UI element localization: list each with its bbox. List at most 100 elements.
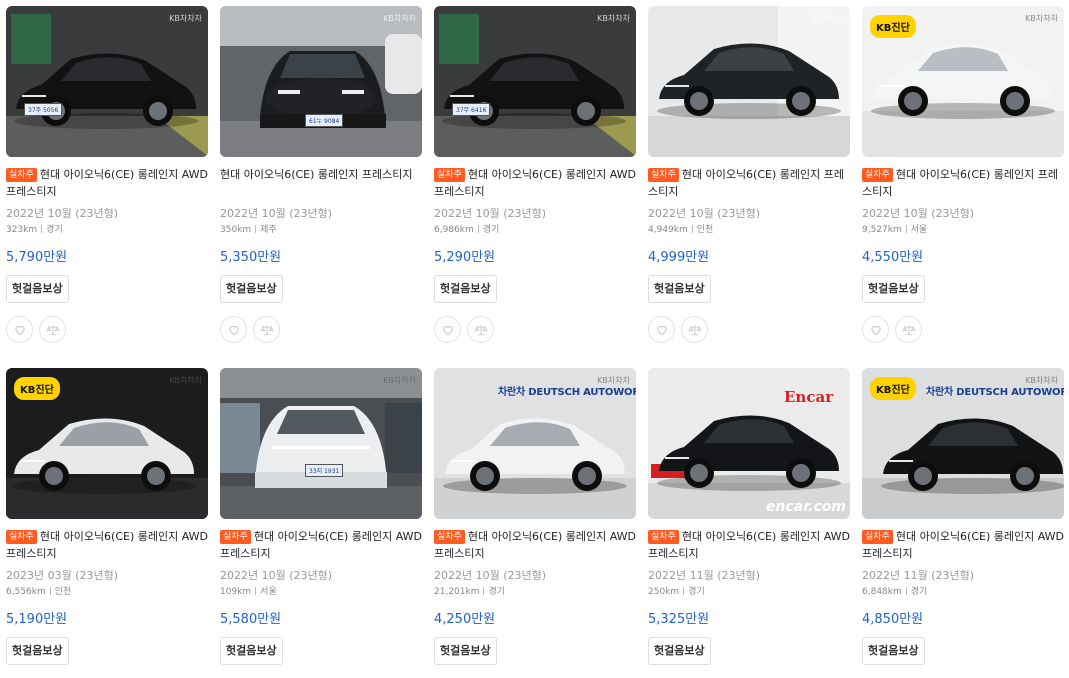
meta-divider — [477, 225, 479, 233]
inspection-compensation-button[interactable]: 헛걸음보상 — [434, 275, 497, 303]
listing-title[interactable]: 실차주 현대 아이오닉6(CE) 롱레인지 AWD 프레스티지 — [862, 528, 1064, 562]
kb-inspection-badge: KB진단 — [870, 377, 916, 400]
inspection-compensation-button[interactable]: 헛걸음보상 — [6, 637, 69, 665]
listing-card[interactable]: KB차차차 61누 9084 현대 아이오닉6(CE) 롱레인지 프레스티지 2… — [220, 6, 422, 343]
favorite-button[interactable] — [6, 316, 33, 343]
favorite-button[interactable] — [648, 316, 675, 343]
listing-meta: 250km 경기 — [648, 586, 850, 598]
listing-year: 2022년 10월 (23년형) — [6, 207, 119, 220]
photo-watermark: KB차차차 — [1025, 14, 1058, 23]
car-photo[interactable]: KB진단 KB차차차 — [862, 6, 1064, 157]
car-image — [6, 6, 208, 157]
listing-title[interactable]: 실차주 현대 아이오닉6(CE) 롱레인지 AWD 프레스티지 — [648, 528, 850, 562]
favorite-button[interactable] — [220, 316, 247, 343]
listing-card[interactable]: KB진단 KB차차차 실차주 현대 아이오닉6(CE) 롱레인지 AWD 프레스티… — [6, 368, 208, 665]
listing-card[interactable]: KB차차차 실차주 현대 아이오닉6(CE) 롱레인지 프레스티지 2022년 1… — [648, 6, 850, 343]
favorite-button[interactable] — [434, 316, 461, 343]
meta-divider — [905, 587, 907, 595]
listing-year: 2022년 10월 (23년형) — [648, 207, 761, 220]
listing-mileage: 6,556km — [6, 587, 46, 597]
owner-tag: 실차주 — [648, 530, 679, 544]
meta-divider — [691, 225, 693, 233]
kb-inspection-badge: KB진단 — [14, 377, 60, 400]
photo-watermark: KB차차차 — [1025, 376, 1058, 385]
listing-title[interactable]: 실차주 현대 아이오닉6(CE) 롱레인지 AWD 프레스티지 — [434, 166, 636, 200]
car-photo[interactable]: 차란차 DEUTSCH AUTOWORLD KB차차차 — [434, 368, 636, 519]
listing-region: 경기 — [482, 225, 500, 235]
listing-card[interactable]: Encar encar.com 실차주 현대 아이오닉6(CE) 롱레인지 AWD … — [648, 368, 850, 665]
listing-meta: 6,556km 인천 — [6, 586, 208, 598]
compare-button[interactable] — [895, 316, 922, 343]
listing-mileage: 323km — [6, 225, 38, 235]
inspection-compensation-button[interactable]: 헛걸음보상 — [862, 637, 925, 665]
listing-title[interactable]: 현대 아이오닉6(CE) 롱레인지 프레스티지 — [220, 166, 422, 200]
car-photo[interactable]: KB진단 KB차차차 — [6, 368, 208, 519]
license-plate: 61누 9084 — [305, 114, 344, 127]
car-image — [648, 6, 850, 157]
heart-icon — [442, 325, 453, 335]
listing-region: 서울 — [910, 225, 928, 235]
heart-icon — [228, 325, 239, 335]
inspection-compensation-button[interactable]: 헛걸음보상 — [862, 275, 925, 303]
inspection-compensation-button[interactable]: 헛걸음보상 — [434, 637, 497, 665]
license-plate: 33지 1931 — [305, 464, 344, 477]
owner-tag: 실차주 — [6, 168, 37, 182]
favorite-button[interactable] — [862, 316, 889, 343]
listing-card[interactable]: KB차차차 33지 1931 실차주 현대 아이오닉6(CE) 롱레인지 AWD … — [220, 368, 422, 665]
inspection-compensation-button[interactable]: 헛걸음보상 — [220, 275, 283, 303]
listing-mileage: 250km — [648, 587, 680, 597]
car-photo[interactable]: Encar encar.com — [648, 368, 850, 519]
listing-mileage: 6,986km — [434, 225, 474, 235]
listing-mileage: 109km — [220, 587, 252, 597]
listing-mileage: 350km — [220, 225, 252, 235]
listing-year: 2022년 10월 (23년형) — [434, 569, 547, 582]
inspection-compensation-button[interactable]: 헛걸음보상 — [648, 275, 711, 303]
car-photo[interactable]: KB차차차 — [648, 6, 850, 157]
car-photo[interactable]: KB차차차 37무 6416 — [434, 6, 636, 157]
listing-title[interactable]: 실차주 현대 아이오닉6(CE) 롱레인지 AWD 프레스티지 — [434, 528, 636, 562]
encar-watermark: encar.com — [766, 499, 846, 515]
listing-region: 경기 — [488, 587, 506, 597]
listing-card[interactable]: KB차차차 37주 5056 실차주 현대 아이오닉6(CE) 롱레인지 AWD … — [6, 6, 208, 343]
owner-tag: 실차주 — [434, 530, 465, 544]
inspection-compensation-button[interactable]: 헛걸음보상 — [6, 275, 69, 303]
listing-meta: 4,949km 인천 — [648, 224, 850, 236]
compare-button[interactable] — [39, 316, 66, 343]
compare-button[interactable] — [253, 316, 280, 343]
listing-title[interactable]: 실차주 현대 아이오닉6(CE) 롱레인지 AWD 프레스티지 — [6, 528, 208, 562]
listing-year: 2023년 03월 (23년형) — [6, 569, 119, 582]
car-photo[interactable]: KB차차차 33지 1931 — [220, 368, 422, 519]
listing-region: 경기 — [46, 225, 63, 235]
listing-meta: 323km 경기 — [6, 224, 208, 236]
listing-card[interactable]: KB진단 KB차차차 실차주 현대 아이오닉6(CE) 롱레인지 프레스티지 20… — [862, 6, 1064, 343]
compare-button[interactable] — [681, 316, 708, 343]
meta-divider — [905, 225, 907, 233]
listing-region: 제주 — [260, 225, 277, 235]
listing-card[interactable]: 차란차 DEUTSCH AUTOWORLD KB차차차 실차주현대 아이오닉6(… — [434, 368, 636, 665]
listing-price: 5,580만원 — [220, 612, 282, 627]
meta-divider — [255, 587, 257, 595]
inspection-compensation-button[interactable]: 헛걸음보상 — [220, 637, 283, 665]
car-image — [220, 6, 422, 157]
listing-price: 4,999만원 — [648, 250, 710, 265]
photo-watermark: KB차차차 — [383, 14, 416, 23]
listing-title[interactable]: 실차주 현대 아이오닉6(CE) 롱레인지 프레스티지 — [648, 166, 850, 200]
listing-card[interactable]: KB진단 차란차 DEUTSCH AUTOWORLD KB차차차 실차주현대 아… — [862, 368, 1064, 665]
listing-title[interactable]: 실차주 현대 아이오닉6(CE) 롱레인지 AWD 프레스티지 — [6, 166, 208, 200]
owner-tag: 실차주 — [862, 530, 893, 544]
listing-title[interactable]: 실차주 현대 아이오닉6(CE) 롱레인지 AWD 프레스티지 — [220, 528, 422, 562]
inspection-compensation-button[interactable]: 헛걸음보상 — [648, 637, 711, 665]
listing-actions — [648, 316, 850, 343]
car-photo[interactable]: KB차차차 61누 9084 — [220, 6, 422, 157]
scale-icon — [901, 324, 916, 335]
listing-title[interactable]: 실차주 현대 아이오닉6(CE) 롱레인지 프레스티지 — [862, 166, 1064, 200]
listing-meta: 9,527km 서울 — [862, 224, 1064, 236]
car-photo[interactable]: KB차차차 37주 5056 — [6, 6, 208, 157]
listing-price: 5,790만원 — [6, 250, 68, 265]
photo-watermark: KB차차차 — [811, 14, 844, 23]
listing-region: 경기 — [688, 587, 705, 597]
compare-button[interactable] — [467, 316, 494, 343]
listing-card[interactable]: KB차차차 37무 6416 실차주 현대 아이오닉6(CE) 롱레인지 AWD … — [434, 6, 636, 343]
meta-divider — [255, 225, 257, 233]
car-photo[interactable]: KB진단 차란차 DEUTSCH AUTOWORLD KB차차차 — [862, 368, 1064, 519]
